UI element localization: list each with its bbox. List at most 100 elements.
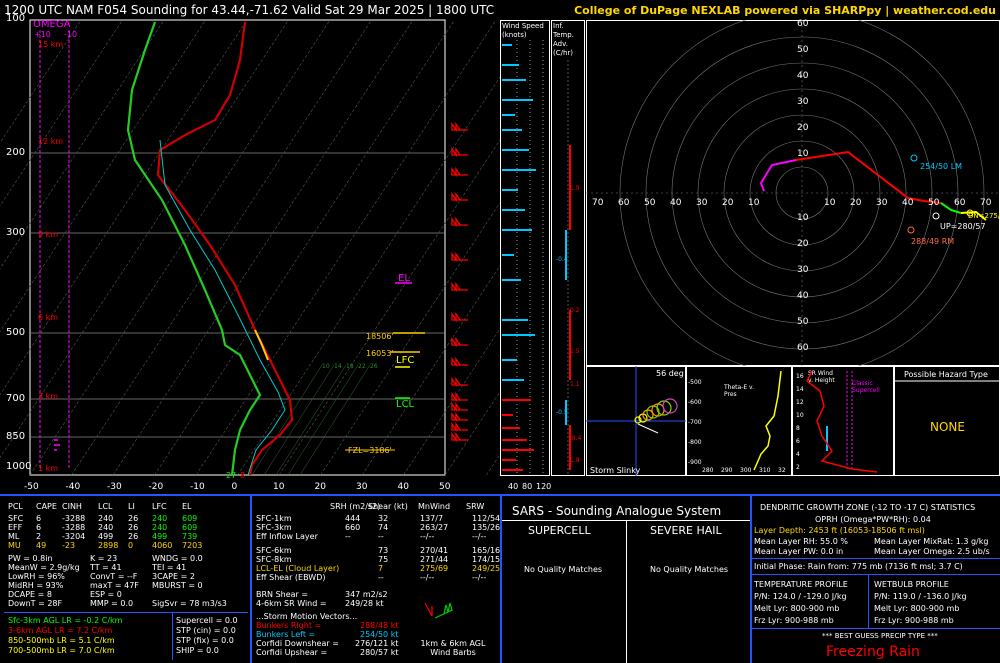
misc-0-0: PW = 0.8in — [8, 554, 53, 563]
temp-frz: Frz Lyr: 900-988 mb — [754, 616, 834, 625]
parcel-sfc-1: 6 — [36, 514, 42, 523]
corfidi-up-label: Corfidi Upshear = — [256, 648, 328, 657]
misc-0-2: WNDG = 0.0 — [152, 554, 203, 563]
pressure-label-1000: 1000 — [6, 461, 32, 472]
mix-tick-18: 18 — [346, 363, 354, 370]
lapse-sfc-3km: Sfc-3km AGL LR = -0.2 C/km — [8, 616, 123, 625]
left-mover-label: 254/50 LM — [920, 162, 963, 171]
hazard-value: NONE — [930, 420, 965, 434]
misc-5-1: MMP = 0.0 — [90, 599, 134, 608]
pressure-label-100: 100 — [6, 13, 26, 24]
misc-2-2: 3CAPE = 2 — [152, 572, 195, 581]
lfc-label: LFC — [396, 355, 415, 366]
precip-type: Freezing Rain — [826, 644, 920, 660]
composite-divider — [172, 612, 173, 660]
hodo-ring-left-60: 60 — [618, 198, 630, 208]
parcel-ml-5: 499 — [152, 532, 168, 541]
misc-1-1: TT = 41 — [90, 563, 122, 572]
downshear-label: DN=275/59 — [968, 212, 1000, 220]
temp-label-5: 0 — [231, 482, 238, 492]
temperature-trace — [156, 21, 294, 476]
temp-profile-title: TEMPERATURE PROFILE — [754, 580, 848, 589]
misc-2-1: ConvT = --F — [90, 572, 138, 581]
hodo-ring-right-10: 10 — [824, 198, 836, 208]
hodo-ring-up-20: 20 — [797, 123, 809, 133]
height-label-2: 9 km — [38, 230, 59, 239]
srw-46-label: 4-6km SR Wind = — [256, 599, 327, 608]
dgz-title: DENDRITIC GROWTH ZONE (-12 TO -17 C) STA… — [760, 503, 976, 512]
sr-wind-plot — [806, 370, 878, 473]
adv-val-1: 1.9 — [570, 185, 580, 192]
brn-shear-value: 347 m2/s2 — [345, 590, 388, 599]
parcel-head-6: EL — [182, 502, 192, 511]
skewt-diagram — [0, 19, 500, 476]
kin-row-1-4: 135/26 — [472, 523, 501, 532]
parcel-mu-1: 49 — [36, 541, 47, 550]
hodograph — [586, 20, 1000, 366]
kin-row-1-3: 263/27 — [420, 523, 449, 532]
pressure-label-500: 500 — [6, 327, 26, 338]
mix-tick-26: 26 — [370, 363, 378, 370]
adv-val-6: -0.5 — [556, 409, 568, 416]
sars-title: SARS - Sounding Analogue System — [512, 504, 722, 518]
parcel-eff-1: 6 — [36, 523, 42, 532]
misc-2-0: LowRH = 96% — [8, 572, 65, 581]
kin-row-4-2: 271/44 — [420, 555, 449, 564]
temp-label-4: -10 — [190, 482, 205, 492]
kin-row-0-0: SFC-1km — [256, 514, 292, 523]
wetbulb-trace — [159, 139, 286, 476]
temp-label-3: -20 — [148, 482, 164, 492]
kin-row-3-3: 165/16 — [472, 546, 501, 555]
misc-1-2: TEI = 41 — [152, 563, 187, 572]
slinky-angle: 56 deg — [656, 369, 684, 378]
hodo-ring-left-50: 50 — [644, 198, 656, 208]
dgz-sep2 — [752, 574, 1000, 575]
parcel-mu-5: 4060 — [152, 541, 173, 550]
parcel-head-4: LI — [128, 502, 135, 511]
adv-val-2: -0.4 — [556, 256, 568, 263]
parcel-head-1: CAPE — [36, 502, 57, 511]
best-guess-title: *** BEST GUESS PRECIP TYPE *** — [822, 632, 938, 640]
lapse-700-500: 700-500mb LR = 7.0 C/km — [8, 646, 115, 655]
kin-row-3-1: 73 — [378, 546, 389, 555]
kin-row-6-3: --/-- — [472, 573, 487, 582]
hodo-ring-left-20: 20 — [722, 198, 734, 208]
temp-pn: P/N: 124.0 / -129.0 J/kg — [754, 592, 847, 601]
wind-axis-40: 40 — [508, 482, 519, 491]
hodo-ring-up-30: 30 — [797, 97, 809, 107]
hodo-ring-right-50: 50 — [928, 198, 940, 208]
storm-motion-header: ...Storm Motion Vectors... — [256, 612, 358, 621]
parcel-eff-6: 609 — [182, 523, 198, 532]
brand-credit: College of DuPage NEXLAB powered via SHA… — [574, 4, 996, 17]
kin-row-2-0: Eff Inflow Layer — [256, 532, 318, 541]
misc-1-0: MeanW = 2.9g/kg — [8, 563, 80, 572]
bunkers-right-label: Bunkers Right = — [256, 621, 322, 630]
surface-temp: 27 — [226, 471, 237, 480]
temp-label-9: 40 — [397, 482, 409, 492]
parcel-ml-3: 499 — [98, 532, 114, 541]
kin-row-3-2: 270/41 — [420, 546, 449, 555]
stp-cin: STP (cin) = 0.0 — [176, 626, 236, 635]
height-label-1: 12 km — [38, 137, 64, 146]
bunkers-right-value: 288/48 kt — [360, 621, 399, 630]
mix-tick-14: 14 — [334, 363, 342, 370]
bunkers-left-value: 254/50 kt — [360, 630, 399, 639]
hodo-ring-down-40: 40 — [797, 291, 809, 301]
height-16053: 16053' — [366, 349, 394, 358]
wb-profile-title: WETBULB PROFILE — [874, 580, 949, 589]
kin-row-5-2: 275/69 — [420, 564, 449, 573]
temp-label-1: -40 — [65, 482, 81, 492]
height-label-5: 1 km — [38, 464, 59, 473]
hodo-ring-left-70: 70 — [592, 198, 604, 208]
height-label-4: 3 km — [38, 392, 59, 401]
corfidi-down-value: 276/121 kt — [355, 639, 399, 648]
omega-tick-minus: -10 — [64, 30, 78, 39]
dgz-pw: Mean Layer PW: 0.0 in — [754, 547, 844, 556]
dgz-omega: Mean Layer Omega: 2.5 ub/s — [874, 547, 990, 556]
height-label-3: 6 km — [38, 313, 59, 322]
height-18506: 18506' — [366, 332, 394, 341]
pressure-label-300: 300 — [6, 227, 26, 238]
temp-label-6: 10 — [273, 482, 285, 492]
mix-tick-10: 10 — [322, 363, 330, 370]
parcel-mu-0: MU — [8, 541, 21, 550]
